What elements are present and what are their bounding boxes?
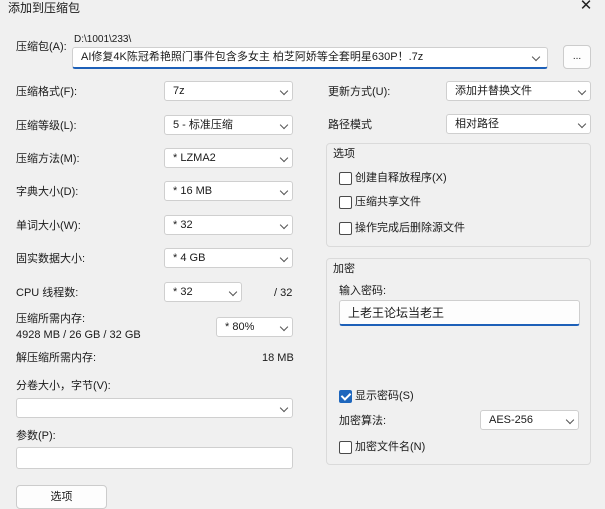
- pathmode-value: 相对路径: [455, 118, 499, 130]
- delete-label[interactable]: 操作完成后删除源文件: [355, 221, 465, 235]
- level-label: 压缩等级(L):: [16, 120, 77, 132]
- encrypt-names-checkbox[interactable]: [339, 441, 352, 454]
- word-label: 单词大小(W):: [16, 220, 81, 232]
- show-password-checkbox[interactable]: [339, 390, 352, 403]
- pathmode-label: 路径模式: [328, 119, 372, 131]
- solid-value: * 4 GB: [173, 252, 206, 264]
- encryption-method-label: 加密算法:: [339, 415, 387, 427]
- update-label: 更新方式(U):: [328, 86, 391, 98]
- options-button[interactable]: 选项: [16, 485, 107, 509]
- format-select[interactable]: 7z: [164, 81, 293, 101]
- dict-select[interactable]: * 16 MB: [164, 181, 293, 201]
- threads-value: * 32: [173, 286, 193, 298]
- split-label: 分卷大小，字节(V):: [16, 380, 111, 392]
- options-group-title: 选项: [333, 148, 355, 160]
- encryption-method-value: AES-256: [489, 414, 534, 426]
- chevron-down-icon: [228, 287, 238, 297]
- archive-path-value: AI修复4K陈冠希艳照门事件包含多女主 柏芝阿娇等全套明星630P！.7z: [81, 51, 424, 63]
- memory-value: * 80%: [225, 321, 255, 333]
- word-select[interactable]: * 32: [164, 215, 293, 235]
- window-title: 添加到压缩包: [8, 1, 81, 15]
- password-label: 输入密码:: [339, 285, 387, 297]
- chevron-down-icon: [279, 153, 289, 163]
- memory-detail: 4928 MB / 26 GB / 32 GB: [16, 329, 141, 341]
- format-value: 7z: [173, 85, 185, 97]
- sfx-checkbox[interactable]: [339, 172, 352, 185]
- dict-label: 字典大小(D):: [16, 186, 79, 198]
- encrypt-names-label[interactable]: 加密文件名(N): [355, 440, 425, 454]
- chevron-down-icon: [577, 86, 587, 96]
- chevron-down-icon: [279, 86, 289, 96]
- memory-label: 压缩所需内存:: [16, 313, 86, 325]
- sfx-label[interactable]: 创建自释放程序(X): [355, 171, 447, 185]
- params-input[interactable]: [16, 447, 293, 469]
- password-input[interactable]: 上老王论坛当老王: [339, 300, 580, 326]
- show-password-label[interactable]: 显示密码(S): [355, 389, 414, 403]
- memory-select[interactable]: * 80%: [216, 317, 293, 337]
- method-value: * LZMA2: [173, 152, 216, 164]
- delete-checkbox[interactable]: [339, 222, 352, 235]
- shared-label[interactable]: 压缩共享文件: [355, 195, 421, 209]
- chevron-down-icon: [531, 52, 541, 62]
- decomp-label: 解压缩所需内存:: [16, 352, 97, 364]
- update-select[interactable]: 添加并替换文件: [446, 81, 591, 101]
- decomp-value: 18 MB: [262, 352, 294, 364]
- archive-label: 压缩包(A):: [16, 41, 67, 53]
- level-select[interactable]: 5 - 标准压缩: [164, 115, 293, 135]
- chevron-down-icon: [279, 120, 289, 130]
- chevron-down-icon: [577, 119, 587, 129]
- browse-button[interactable]: ...: [563, 45, 591, 69]
- archive-dir: D:\1001\233\: [74, 34, 132, 45]
- pathmode-select[interactable]: 相对路径: [446, 114, 591, 134]
- format-label: 压缩格式(F):: [16, 86, 78, 98]
- threads-select[interactable]: * 32: [164, 282, 242, 302]
- encryption-method-select[interactable]: AES-256: [480, 410, 579, 430]
- shared-checkbox[interactable]: [339, 196, 352, 209]
- params-label: 参数(P):: [16, 430, 56, 442]
- solid-label: 固实数据大小:: [16, 253, 86, 265]
- level-value: 5 - 标准压缩: [173, 119, 233, 131]
- close-icon[interactable]: ✕: [577, 0, 595, 13]
- chevron-down-icon: [279, 322, 289, 332]
- chevron-down-icon: [279, 186, 289, 196]
- method-select[interactable]: * LZMA2: [164, 148, 293, 168]
- encryption-group-title: 加密: [333, 263, 355, 275]
- threads-label: CPU 线程数:: [16, 287, 79, 299]
- threads-max: / 32: [274, 287, 293, 299]
- dict-value: * 16 MB: [173, 185, 213, 197]
- chevron-down-icon: [565, 415, 575, 425]
- word-value: * 32: [173, 219, 193, 231]
- chevron-down-icon: [279, 253, 289, 263]
- update-value: 添加并替换文件: [455, 85, 532, 97]
- solid-select[interactable]: * 4 GB: [164, 248, 293, 268]
- method-label: 压缩方法(M):: [16, 153, 80, 165]
- chevron-down-icon: [279, 403, 289, 413]
- split-select[interactable]: [16, 398, 293, 418]
- archive-path-select[interactable]: AI修复4K陈冠希艳照门事件包含多女主 柏芝阿娇等全套明星630P！.7z: [72, 47, 548, 69]
- chevron-down-icon: [279, 220, 289, 230]
